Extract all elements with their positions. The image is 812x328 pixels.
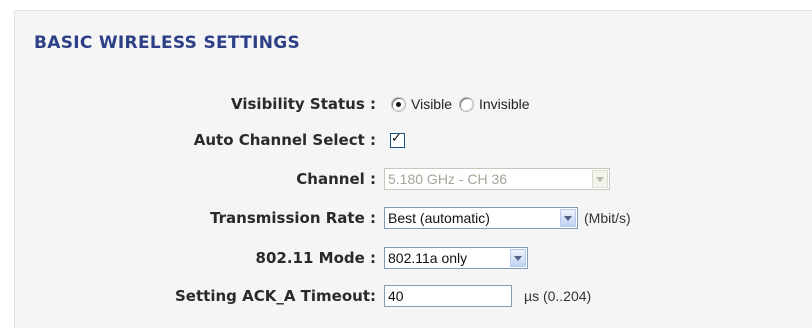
chevron-down-icon [564,215,572,221]
mode-dropdown-button[interactable] [510,249,526,267]
transmission-rate-unit: (Mbit/s) [584,210,631,226]
visible-radio-label[interactable]: Visible [411,96,452,112]
channel-control: 5.180 GHz - CH 36 [384,164,610,194]
auto-channel-checkbox[interactable]: ✓ [390,130,405,148]
transmission-rate-label: Transmission Rate : [210,209,376,227]
ack-timeout-control: 40 µs (0..204) [384,281,591,311]
channel-label: Channel : [296,170,376,188]
visibility-radio-group: Visible Invisible [384,89,536,119]
transmission-rate-select[interactable]: Best (automatic) [384,207,578,229]
ack-timeout-unit: µs (0..204) [524,288,592,304]
transmission-rate-dropdown-button[interactable] [560,209,576,227]
mode-label: 802.11 Mode : [255,249,376,267]
channel-select-value: 5.180 GHz - CH 36 [388,171,508,187]
transmission-rate-control: Best (automatic) (Mbit/s) [384,203,631,233]
channel-row: Channel : 5.180 GHz - CH 36 [0,164,812,194]
auto-channel-row: Auto Channel Select : ✓ [0,125,812,155]
chevron-down-icon [514,255,522,261]
transmission-rate-row: Transmission Rate : Best (automatic) (Mb… [0,203,812,233]
channel-select[interactable]: 5.180 GHz - CH 36 [384,168,610,190]
section-title: BASIC WIRELESS SETTINGS [34,33,301,53]
checkmark-icon: ✓ [391,130,402,146]
ack-timeout-label: Setting ACK_A Timeout: [175,287,376,305]
mode-control: 802.11a only [384,243,528,273]
ack-timeout-input[interactable]: 40 [384,285,512,307]
auto-channel-control: ✓ [384,125,405,155]
visibility-label: Visibility Status : [231,95,376,113]
mode-row: 802.11 Mode : 802.11a only [0,243,812,273]
channel-dropdown-button[interactable] [592,170,608,188]
mode-select-value: 802.11a only [388,250,468,266]
invisible-radio-label[interactable]: Invisible [479,96,530,112]
chevron-down-icon [596,176,604,182]
visible-radio[interactable] [392,97,405,111]
visibility-row: Visibility Status : Visible Invisible [0,89,812,119]
auto-channel-label: Auto Channel Select : [193,131,376,149]
transmission-rate-value: Best (automatic) [388,210,490,226]
mode-select[interactable]: 802.11a only [384,247,528,269]
invisible-radio[interactable] [460,97,473,111]
ack-timeout-row: Setting ACK_A Timeout: 40 µs (0..204) [0,281,812,311]
